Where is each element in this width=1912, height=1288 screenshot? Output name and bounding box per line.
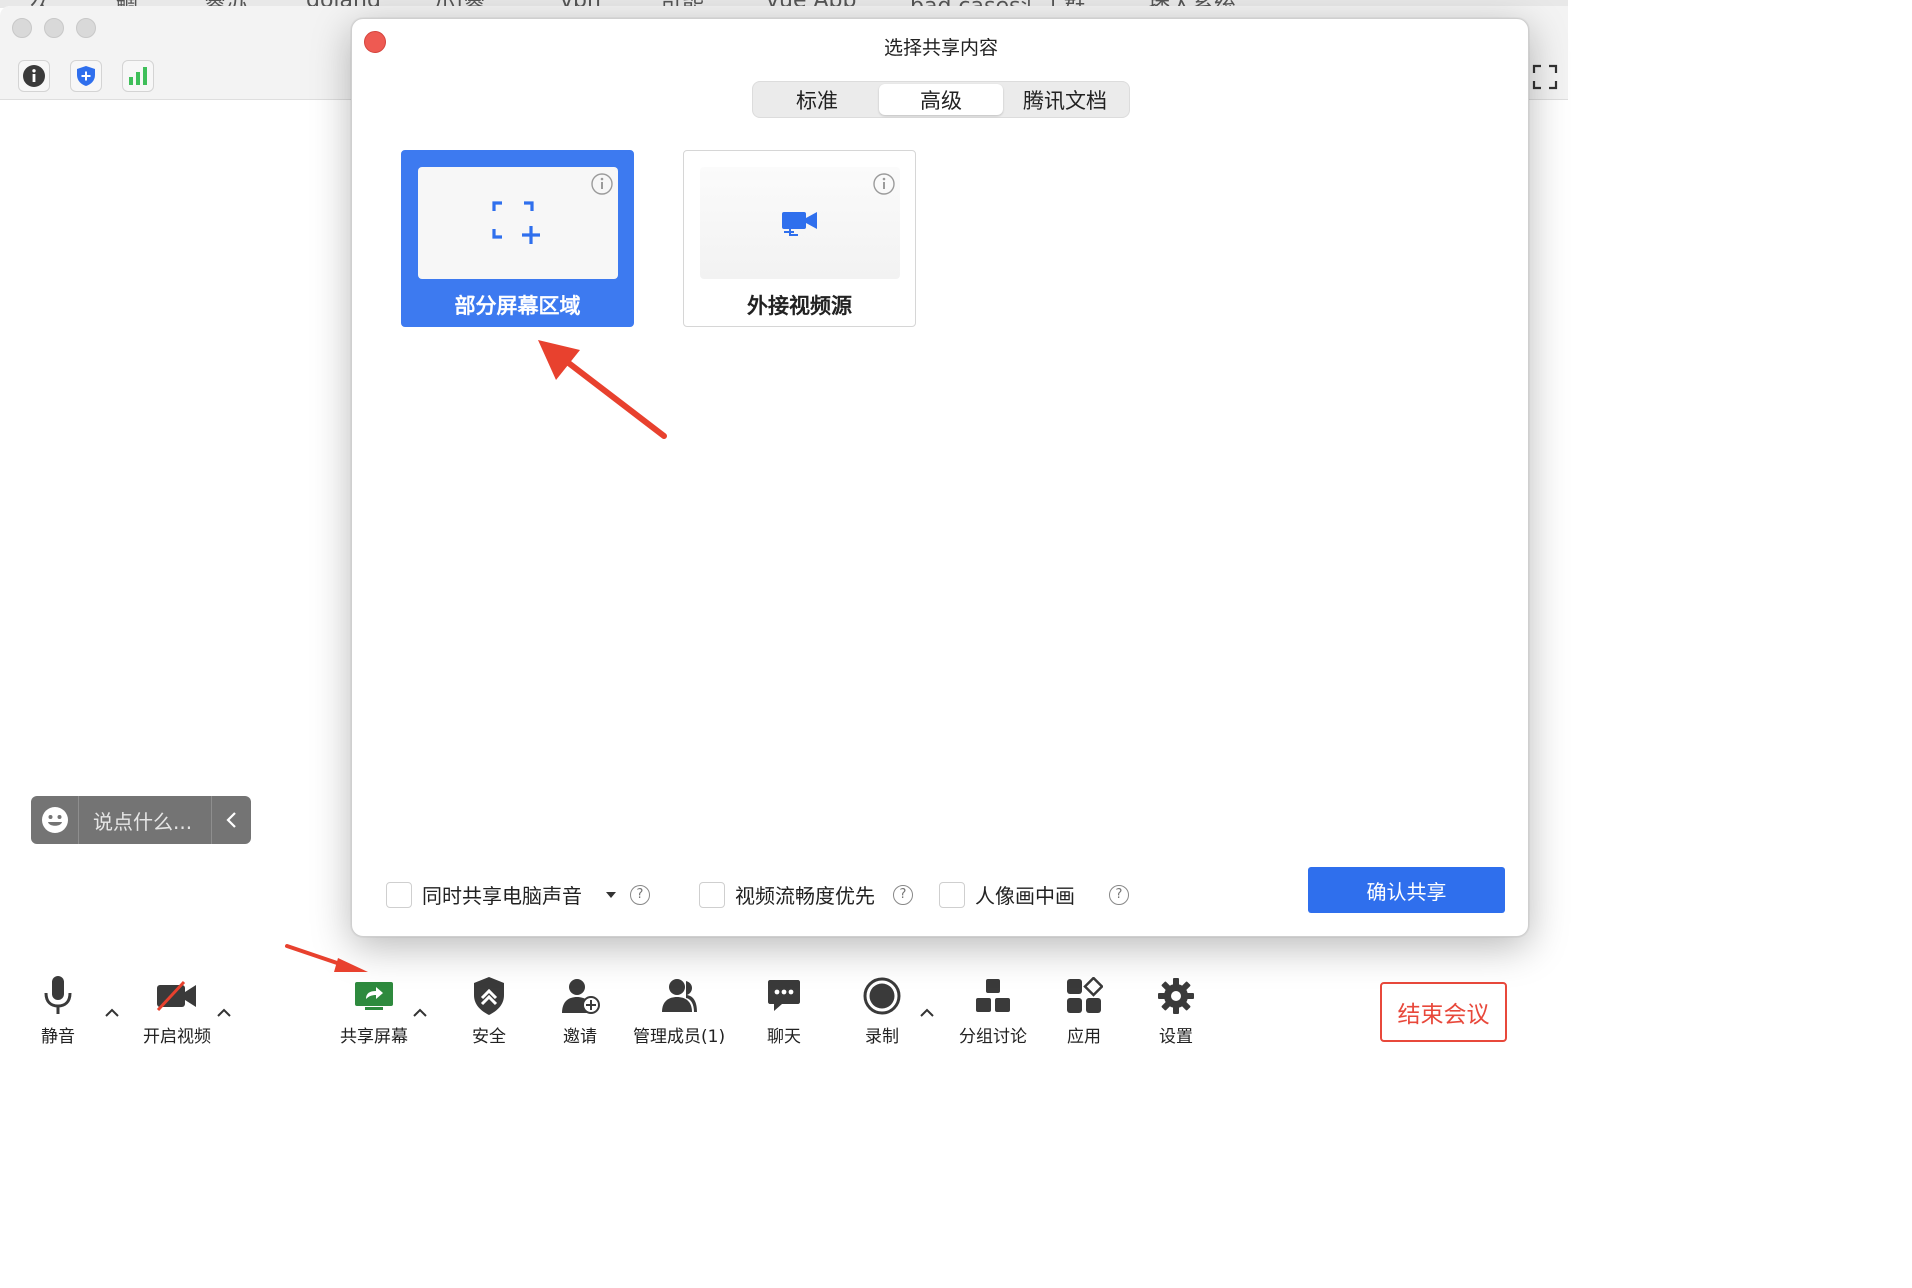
share-content-dialog: 选择共享内容 标准 高级 腾讯文档 部分屏幕区域 外接视频源 同时共享电脑声音 … (351, 18, 1529, 937)
record-icon (860, 974, 904, 1018)
members-icon (657, 974, 701, 1018)
breakout-rooms-label: 分组讨论 (959, 1027, 1027, 1047)
help-icon[interactable]: ? (893, 884, 913, 905)
tab-advanced[interactable]: 高级 (879, 84, 1003, 115)
share-option-external-video[interactable]: 外接视频源 (683, 150, 916, 327)
info-icon[interactable] (873, 173, 895, 195)
video-smoothness-label: 视频流畅度优先 (735, 884, 875, 908)
record-button[interactable]: 录制 (860, 974, 904, 1047)
dialog-title: 选择共享内容 (883, 37, 998, 59)
share-audio-label: 同时共享电脑声音 (422, 884, 582, 908)
end-meeting-button[interactable]: 结束会议 (1380, 982, 1507, 1042)
partial-screen-thumbnail (418, 167, 618, 279)
help-icon[interactable]: ? (630, 884, 650, 905)
video-smoothness-checkbox[interactable] (699, 881, 725, 908)
mute-label: 静音 (41, 1027, 75, 1047)
share-screen-label: 共享屏幕 (340, 1027, 408, 1047)
microphone-icon (36, 974, 80, 1018)
breakout-rooms-button[interactable]: 分组讨论 (959, 974, 1027, 1047)
chevron-up-icon[interactable] (215, 1004, 233, 1022)
security-label: 安全 (472, 1027, 506, 1047)
picture-in-picture-option: 人像画中画 ? (939, 880, 1129, 909)
signal-icon[interactable] (122, 60, 154, 92)
share-screen-icon (352, 974, 396, 1018)
info-icon[interactable] (591, 173, 613, 195)
external-video-label: 外接视频源 (747, 294, 852, 318)
share-computer-audio-option: 同时共享电脑声音 ? (386, 880, 650, 909)
security-icon (467, 974, 511, 1018)
share-mode-tabs: 标准 高级 腾讯文档 (752, 81, 1130, 118)
chevron-up-icon[interactable] (103, 1004, 121, 1022)
apps-label: 应用 (1067, 1027, 1101, 1047)
apps-icon (1062, 974, 1106, 1018)
mute-button[interactable]: 静音 (36, 974, 80, 1047)
fullscreen-icon[interactable] (1532, 64, 1558, 90)
chevron-left-icon[interactable] (211, 796, 251, 844)
help-icon[interactable]: ? (1109, 884, 1129, 905)
caret-down-icon[interactable] (604, 888, 618, 902)
chevron-up-icon[interactable] (411, 1004, 429, 1022)
external-video-thumbnail (700, 167, 900, 279)
manage-members-button[interactable]: 管理成员(1) (633, 974, 725, 1047)
chat-label: 聊天 (767, 1027, 801, 1047)
video-source-icon (782, 212, 817, 236)
start-video-label: 开启视频 (143, 1027, 211, 1047)
emoji-icon[interactable] (31, 796, 79, 844)
chat-icon (762, 974, 806, 1018)
region-select-icon (492, 201, 540, 244)
record-label: 录制 (865, 1027, 899, 1047)
video-smoothness-option: 视频流畅度优先 ? (699, 880, 913, 909)
chevron-up-icon[interactable] (918, 1004, 936, 1022)
invite-button[interactable]: 邀请 (558, 974, 602, 1047)
chat-placeholder[interactable]: 说点什么... (79, 806, 211, 835)
invite-label: 邀请 (563, 1027, 597, 1047)
partial-screen-label: 部分屏幕区域 (454, 294, 581, 318)
invite-icon (558, 974, 602, 1018)
window-close-button[interactable] (12, 18, 32, 38)
tab-tencent-docs[interactable]: 腾讯文档 (1003, 84, 1127, 115)
chat-input-bar[interactable]: 说点什么... (31, 796, 251, 844)
share-screen-button[interactable]: 共享屏幕 (340, 974, 408, 1047)
window-minimize-button[interactable] (44, 18, 64, 38)
video-off-icon (155, 974, 199, 1018)
settings-button[interactable]: 设置 (1154, 974, 1198, 1047)
share-audio-checkbox[interactable] (386, 881, 412, 908)
chat-button[interactable]: 聊天 (762, 974, 806, 1047)
settings-icon (1154, 974, 1198, 1018)
apps-button[interactable]: 应用 (1062, 974, 1106, 1047)
settings-label: 设置 (1159, 1027, 1193, 1047)
picture-in-picture-checkbox[interactable] (939, 881, 965, 908)
share-option-partial-screen[interactable]: 部分屏幕区域 (401, 150, 634, 327)
tab-standard[interactable]: 标准 (755, 84, 879, 115)
window-zoom-button[interactable] (76, 18, 96, 38)
picture-in-picture-label: 人像画中画 (975, 884, 1075, 908)
security-button[interactable]: 安全 (467, 974, 511, 1047)
confirm-share-button[interactable]: 确认共享 (1308, 867, 1505, 913)
shield-icon[interactable] (70, 60, 102, 92)
breakout-icon (971, 974, 1015, 1018)
meeting-controls-bar: 静音 开启视频 共享屏幕 安全 邀请 管理成员(1) 聊天 录制 分组讨论 应用… (0, 960, 1568, 1056)
info-icon[interactable] (18, 60, 50, 92)
start-video-button[interactable]: 开启视频 (143, 974, 211, 1047)
manage-members-label: 管理成员(1) (633, 1027, 726, 1047)
